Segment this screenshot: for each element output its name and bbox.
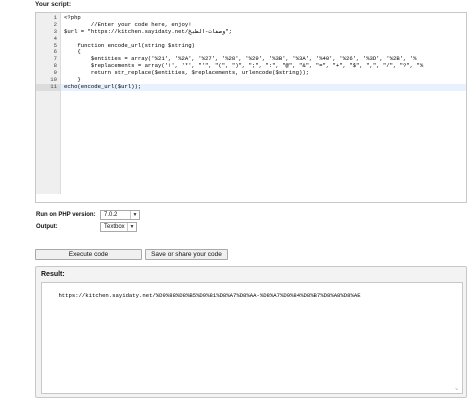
- script-label: Your script:: [35, 1, 71, 8]
- code-line[interactable]: return str_replace($entities, $replaceme…: [61, 70, 466, 77]
- code-line[interactable]: $entities = array('%21', '%2A', '%27', '…: [61, 56, 466, 63]
- resize-grip-icon[interactable]: ↘: [455, 386, 461, 392]
- save-share-button[interactable]: Save or share your code: [145, 249, 228, 260]
- line-number-gutter: 1 2 3 4 5 6 7 8 9 10 11: [36, 13, 61, 194]
- code-line[interactable]: echo(encode_url($url));: [61, 83, 466, 91]
- chevron-down-icon: ▼: [127, 223, 136, 231]
- code-line[interactable]: [61, 36, 466, 43]
- code-line[interactable]: }: [61, 77, 466, 84]
- code-area[interactable]: <?php //Enter your code here, enjoy! $url…: [61, 13, 466, 194]
- code-line[interactable]: //Enter your code here, enjoy!: [61, 22, 466, 29]
- code-line[interactable]: function encode_url(string $string): [61, 43, 466, 50]
- output-label: Output:: [36, 224, 58, 230]
- code-line[interactable]: $replacements = array('!', '*', "'", "("…: [61, 63, 466, 70]
- output-select[interactable]: Textbox ▼: [100, 222, 137, 232]
- output-value: Textbox: [104, 224, 125, 230]
- line-number: 11: [36, 83, 60, 91]
- result-panel: Result: https://kitchen.sayidaty.net/%D9…: [35, 266, 467, 398]
- result-text: https://kitchen.sayidaty.net/%D9%88%D8%B…: [58, 292, 361, 299]
- code-editor[interactable]: 1 2 3 4 5 6 7 8 9 10 11 <?php //Enter your code he…: [35, 12, 467, 203]
- result-textbox[interactable]: https://kitchen.sayidaty.net/%D9%88%D8%B…: [41, 282, 463, 394]
- chevron-down-icon: ▼: [130, 211, 139, 219]
- execute-code-button[interactable]: Execute code: [35, 249, 142, 260]
- php-version-value: 7.0.2: [104, 212, 118, 218]
- code-line[interactable]: <?php: [61, 15, 466, 22]
- code-line[interactable]: {: [61, 49, 466, 56]
- result-label: Result:: [41, 271, 65, 278]
- php-version-label: Run on PHP version:: [36, 212, 96, 218]
- php-version-select[interactable]: 7.0.2 ▼: [100, 210, 140, 220]
- code-line[interactable]: $url = "https://kitchen.sayidaty.net/وصف…: [61, 29, 466, 36]
